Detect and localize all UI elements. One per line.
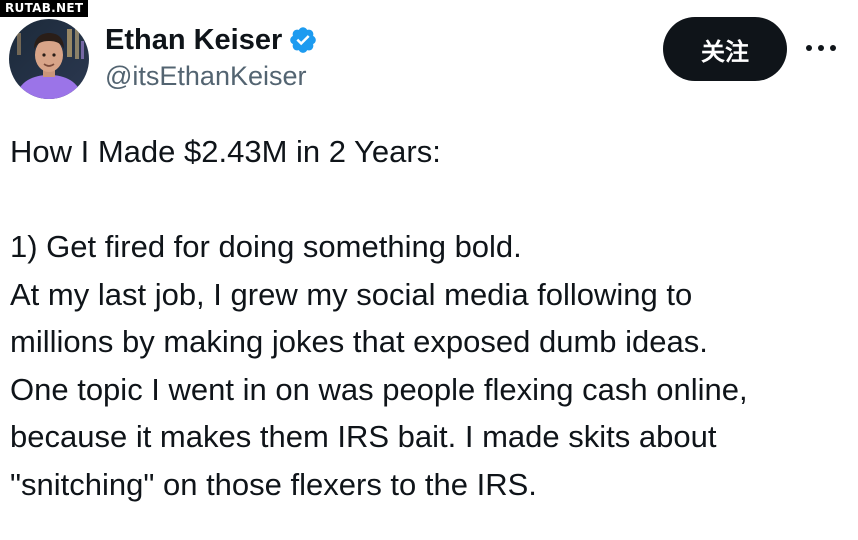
tweet-line-blank [10, 176, 850, 224]
author-display-name[interactable]: Ethan Keiser [105, 24, 282, 57]
tweet-line: How I Made $2.43M in 2 Years: [10, 134, 441, 169]
more-horizontal-icon[interactable] [803, 33, 839, 63]
tweet-line: One topic I went in on was people flexin… [10, 371, 748, 407]
tweet-line: 1) Get fired for doing something bold. [10, 229, 522, 264]
tweet-line: because it makes them IRS bait. I made s… [10, 419, 717, 454]
author-handle[interactable]: @itsEthanKeiser [105, 61, 307, 92]
verified-badge-icon[interactable] [288, 25, 318, 55]
watermark: RUTAB.NET [0, 0, 89, 17]
tweet-text: How I Made $2.43M in 2 Years: 1) Get fir… [10, 128, 850, 508]
avatar[interactable] [9, 19, 89, 99]
author-name-row: Ethan Keiser [105, 20, 318, 60]
follow-button[interactable]: 关注 [663, 17, 787, 81]
tweet-line: "snitching" on those flexers to the IRS. [10, 466, 537, 502]
tweet-line: At my last job, I grew my social media f… [10, 276, 693, 312]
tweet-line: millions by making jokes that exposed du… [10, 324, 708, 359]
avatar-image [9, 19, 89, 99]
